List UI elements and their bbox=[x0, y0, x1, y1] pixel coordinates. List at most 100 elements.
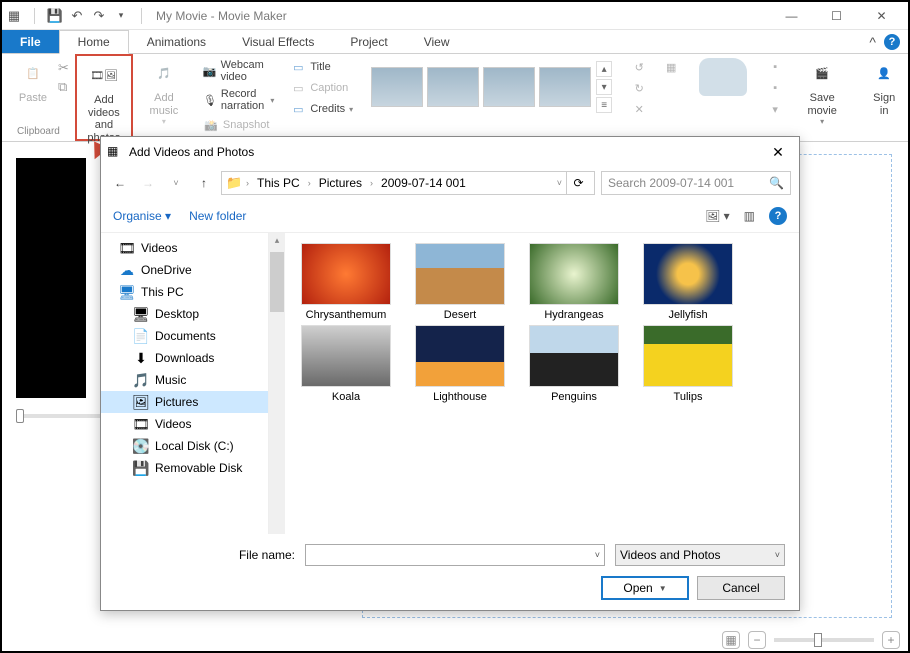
file-item[interactable]: Jellyfish bbox=[635, 243, 741, 321]
tab-home[interactable]: Home bbox=[59, 30, 129, 54]
tree-item[interactable]: 💽Local Disk (C:) bbox=[101, 435, 268, 457]
tab-project[interactable]: Project bbox=[332, 30, 405, 53]
file-item[interactable]: Hydrangeas bbox=[521, 243, 627, 321]
tree-item-label: Documents bbox=[155, 329, 216, 343]
video-preview[interactable] bbox=[16, 158, 86, 398]
file-grid[interactable]: ChrysanthemumDesertHydrangeas Jellyfish Ko… bbox=[285, 233, 799, 534]
cut-icon[interactable]: ✂ bbox=[58, 60, 69, 76]
zoom-out-icon[interactable]: − bbox=[748, 631, 766, 649]
tree-item[interactable]: 🖼Pictures bbox=[101, 391, 268, 413]
webcam-video-button[interactable]: 📷Webcam video bbox=[201, 58, 276, 84]
title-button[interactable]: ▭Title bbox=[288, 58, 355, 76]
gallery-more-icon[interactable]: ≡ bbox=[596, 97, 612, 113]
undo-icon[interactable]: ↶ bbox=[69, 8, 85, 24]
file-item[interactable]: Lighthouse bbox=[407, 325, 513, 403]
file-type-filter[interactable]: Videos and Photos˅ bbox=[615, 544, 785, 566]
share-onedrive-button[interactable] bbox=[693, 56, 753, 100]
nav-history-dropdown[interactable]: ˅ bbox=[165, 172, 187, 194]
file-label: Jellyfish bbox=[668, 309, 707, 321]
theme-swatch[interactable] bbox=[371, 67, 423, 107]
theme-swatch[interactable] bbox=[539, 67, 591, 107]
tab-view[interactable]: View bbox=[406, 30, 468, 53]
zoom-slider[interactable] bbox=[774, 638, 874, 642]
rotate-right-button[interactable]: ↻ bbox=[629, 79, 649, 97]
paste-button[interactable]: 📋 Paste bbox=[8, 56, 58, 107]
save-movie-button[interactable]: 🎬 Save movie ▾ bbox=[797, 56, 847, 128]
file-item[interactable]: Penguins bbox=[521, 325, 627, 403]
theme-swatch[interactable] bbox=[483, 67, 535, 107]
dialog-icon: ▦ bbox=[107, 144, 123, 160]
tree-item[interactable]: 📄Documents bbox=[101, 325, 268, 347]
file-item[interactable]: Chrysanthemum bbox=[293, 243, 399, 321]
snapshot-button[interactable]: 📸Snapshot bbox=[201, 116, 276, 134]
nav-tree[interactable]: 🎞Videos☁OneDrive🖥This PC🖥Desktop📄Documen… bbox=[101, 233, 269, 534]
nav-up-button[interactable]: ↑ bbox=[193, 172, 215, 194]
rotate-left-button[interactable]: ↺ bbox=[629, 58, 649, 76]
tree-scrollbar[interactable]: ▴ bbox=[269, 233, 285, 534]
tree-item-label: Downloads bbox=[155, 351, 214, 365]
tree-item[interactable]: 🖥This PC bbox=[101, 281, 268, 303]
file-item[interactable]: Tulips bbox=[635, 325, 741, 403]
help-icon[interactable]: ? bbox=[884, 34, 900, 50]
open-button[interactable]: Open ▼ bbox=[601, 576, 689, 600]
crumb[interactable]: 2009-07-14 001 bbox=[377, 176, 470, 190]
breadcrumb[interactable]: 📁 › This PC › Pictures › 2009-07-14 001 … bbox=[221, 171, 595, 195]
maximize-button[interactable]: ☐ bbox=[814, 2, 859, 30]
select-all-button[interactable]: ▦ bbox=[661, 58, 681, 76]
ribbon-collapse-icon[interactable]: ^ bbox=[869, 34, 876, 50]
tree-item[interactable]: 💾Removable Disk bbox=[101, 457, 268, 479]
dialog-close-button[interactable]: ✕ bbox=[763, 140, 793, 164]
view-mode-icon[interactable]: ▦ bbox=[722, 631, 740, 649]
share-fb-icon[interactable]: ▪ bbox=[765, 58, 785, 76]
tree-item[interactable]: 🎵Music bbox=[101, 369, 268, 391]
new-folder-button[interactable]: New folder bbox=[189, 209, 246, 223]
sign-in-button[interactable]: 👤 Sign in bbox=[859, 56, 909, 119]
file-name-input[interactable]: ˅ bbox=[305, 544, 605, 566]
file-thumbnail bbox=[301, 243, 391, 305]
save-movie-icon: 🎬 bbox=[806, 58, 838, 90]
credits-button[interactable]: ▭Credits▾ bbox=[288, 100, 355, 118]
share-more-icon[interactable]: ▾ bbox=[765, 100, 785, 118]
tree-item-icon: 🖥 bbox=[119, 284, 135, 300]
file-item[interactable]: Desert bbox=[407, 243, 513, 321]
music-note-icon: 🎵 bbox=[148, 58, 180, 90]
crumb[interactable]: Pictures bbox=[315, 176, 366, 190]
tree-item[interactable]: ☁OneDrive bbox=[101, 259, 268, 281]
cancel-button[interactable]: Cancel bbox=[697, 576, 785, 600]
copy-icon[interactable]: ⧉ bbox=[58, 79, 69, 95]
record-narration-button[interactable]: 🎙Record narration▾ bbox=[201, 87, 276, 113]
share-yt-icon[interactable]: ▪ bbox=[765, 79, 785, 97]
crumb[interactable]: This PC bbox=[253, 176, 304, 190]
dialog-help-icon[interactable]: ? bbox=[769, 207, 787, 225]
redo-icon[interactable]: ↷ bbox=[91, 8, 107, 24]
tab-animations[interactable]: Animations bbox=[129, 30, 224, 53]
refresh-button[interactable]: ⟳ bbox=[566, 171, 590, 195]
organise-menu[interactable]: Organise ▾ bbox=[113, 209, 171, 223]
search-input[interactable]: Search 2009-07-14 001 🔍 bbox=[601, 171, 791, 195]
minimize-button[interactable]: — bbox=[769, 2, 814, 30]
themes-gallery[interactable]: ▴ ▾ ≡ bbox=[367, 56, 617, 118]
theme-swatch[interactable] bbox=[427, 67, 479, 107]
close-button[interactable]: ✕ bbox=[859, 2, 904, 30]
tab-visual-effects[interactable]: Visual Effects bbox=[224, 30, 332, 53]
file-item[interactable]: Koala bbox=[293, 325, 399, 403]
qat-dropdown-icon[interactable]: ▾ bbox=[113, 8, 129, 24]
add-music-button[interactable]: 🎵 Add music ▾ bbox=[139, 56, 189, 128]
slider-knob[interactable] bbox=[16, 409, 24, 423]
remove-button[interactable]: ✕ bbox=[629, 100, 649, 118]
tab-file[interactable]: File bbox=[2, 30, 59, 53]
caption-button[interactable]: ▭Caption bbox=[288, 79, 355, 97]
gallery-up-icon[interactable]: ▴ bbox=[596, 61, 612, 77]
view-mode-button[interactable]: 🖼 ▾ bbox=[705, 209, 730, 223]
tree-item[interactable]: 🖥Desktop bbox=[101, 303, 268, 325]
tree-item[interactable]: 🎞Videos bbox=[101, 413, 268, 435]
zoom-in-icon[interactable]: + bbox=[882, 631, 900, 649]
save-icon[interactable]: 💾 bbox=[47, 8, 63, 24]
tree-item[interactable]: ⬇Downloads bbox=[101, 347, 268, 369]
nav-forward-button[interactable]: → bbox=[137, 172, 159, 194]
tree-item[interactable]: 🎞Videos bbox=[101, 237, 268, 259]
gallery-down-icon[interactable]: ▾ bbox=[596, 79, 612, 95]
nav-back-button[interactable]: ← bbox=[109, 172, 131, 194]
preview-pane-button[interactable]: ▥ bbox=[744, 209, 755, 223]
add-videos-photos-button[interactable]: 🎞🖼 Add videos and photos bbox=[79, 58, 129, 147]
